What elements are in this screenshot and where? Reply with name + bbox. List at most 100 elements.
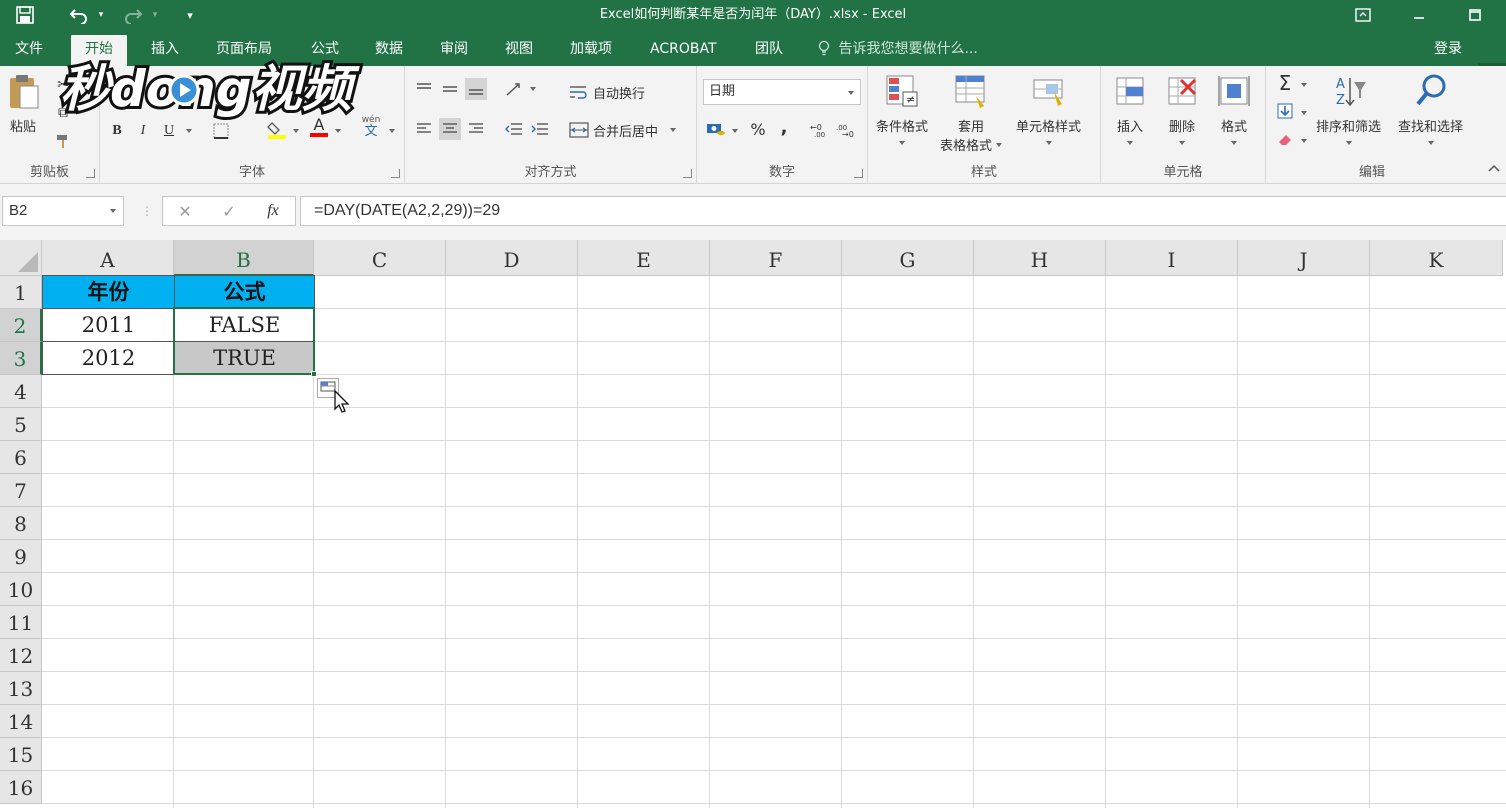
column-header-i[interactable]: I [1106,240,1238,276]
row-header-16[interactable]: 16 [0,771,42,804]
clear-icon[interactable] [1274,128,1296,150]
column-header-k[interactable]: K [1370,240,1503,276]
column-header-g[interactable]: G [842,240,974,276]
ribbon-display-icon[interactable] [1340,0,1386,30]
row-header-2[interactable]: 2 [0,309,42,342]
name-box-dropdown-icon[interactable] [110,209,116,213]
underline-button[interactable]: U [158,120,180,142]
select-all-button[interactable] [0,240,42,276]
row-header-4[interactable]: 4 [0,375,42,408]
row-header-5[interactable]: 5 [0,408,42,441]
number-format-select[interactable]: 日期 [703,79,861,105]
row-header-13[interactable]: 13 [0,672,42,705]
italic-button[interactable]: I [132,120,154,142]
fill-icon[interactable] [1274,100,1296,122]
decrease-indent-icon[interactable] [503,118,525,140]
align-left-icon[interactable] [413,118,435,140]
clear-dropdown-icon[interactable] [1296,130,1308,152]
cell-styles-button[interactable]: 单元格样式 [1016,72,1081,145]
column-header-j[interactable]: J [1238,240,1370,276]
wrap-text-button[interactable]: 自动换行 [569,80,645,104]
insert-function-icon[interactable]: fx [251,202,295,220]
increase-indent-icon[interactable] [529,118,551,140]
alignment-launcher-icon[interactable] [683,169,692,178]
row-header-7[interactable]: 7 [0,474,42,507]
cell-b1[interactable]: 公式 [174,275,315,309]
confirm-entry-icon[interactable]: ✓ [207,202,251,221]
accounting-format-icon[interactable] [705,118,727,140]
decrease-decimal-icon[interactable]: .00 →0 [835,118,857,140]
comma-button[interactable]: , [773,116,795,138]
merge-center-button[interactable]: 合并后居中 [569,118,677,142]
align-top-icon[interactable] [413,78,435,100]
phonetic-dropdown-icon[interactable] [384,120,396,142]
tab-file[interactable]: 文件 [1,35,57,66]
increase-decimal-icon[interactable]: ←0.00 [809,118,831,140]
row-header-14[interactable]: 14 [0,705,42,738]
bold-button[interactable]: B [106,120,128,142]
underline-dropdown-icon[interactable] [180,120,194,142]
row-header-11[interactable]: 11 [0,606,42,639]
align-center-icon[interactable] [439,118,461,140]
format-cells-button[interactable]: 格式 [1217,72,1251,145]
login-link[interactable]: 登录 [1434,35,1462,63]
delete-cells-button[interactable]: 删除 [1165,72,1199,145]
clipboard-launcher-icon[interactable] [86,169,95,178]
format-painter-icon[interactable] [52,130,74,152]
font-color-dropdown-icon[interactable] [330,120,342,142]
column-header-d[interactable]: D [446,240,578,276]
row-header-9[interactable]: 9 [0,540,42,573]
column-header-c[interactable]: C [314,240,446,276]
conditional-formatting-button[interactable]: ≠ 条件格式 [876,72,928,145]
column-header-f[interactable]: F [710,240,842,276]
name-box[interactable]: B2 [2,196,124,226]
fill-color-icon[interactable] [266,118,288,140]
row-header-15[interactable]: 15 [0,738,42,771]
tab-review[interactable]: 审阅 [426,35,482,66]
format-as-table-button[interactable]: 套用 表格格式 [940,72,1003,154]
cancel-entry-icon[interactable]: ✕ [163,202,207,221]
cell-a2[interactable]: 2011 [42,308,175,342]
sort-filter-button[interactable]: AZ 排序和筛选 [1316,72,1381,145]
percent-button[interactable]: % [747,118,769,140]
cell-a3[interactable]: 2012 [42,341,175,375]
tab-view[interactable]: 视图 [491,35,547,66]
accounting-dropdown-icon[interactable] [727,120,739,142]
orientation-icon[interactable] [503,78,525,100]
row-header-12[interactable]: 12 [0,639,42,672]
row-header-3[interactable]: 3 [0,342,42,375]
paste-button[interactable]: 粘贴 [6,72,40,135]
column-header-e[interactable]: E [578,240,710,276]
autosum-button[interactable]: Σ [1274,71,1296,95]
minimize-icon[interactable] [1396,0,1442,30]
row-header-10[interactable]: 10 [0,573,42,606]
cell-b3[interactable]: TRUE [174,341,315,375]
number-launcher-icon[interactable] [854,169,863,178]
align-middle-icon[interactable] [439,78,461,100]
maximize-icon[interactable] [1452,0,1498,30]
tab-team[interactable]: 团队 [741,35,797,66]
find-select-button[interactable]: 查找和选择 [1398,72,1463,145]
align-bottom-icon[interactable] [465,78,487,100]
formula-input[interactable]: =DAY(DATE(A2,2,29))=29 [300,196,1506,226]
insert-cells-button[interactable]: 插入 [1113,72,1147,145]
orientation-dropdown-icon[interactable] [525,78,537,100]
row-header-1[interactable]: 1 [0,276,42,309]
cell-b2[interactable]: FALSE [174,308,315,342]
fill-dropdown-icon[interactable] [1296,102,1308,124]
row-header-8[interactable]: 8 [0,507,42,540]
cell-a1[interactable]: 年份 [42,275,175,309]
row-header-6[interactable]: 6 [0,441,42,474]
fill-color-dropdown-icon[interactable] [288,120,300,142]
column-header-h[interactable]: H [974,240,1106,276]
tell-me-search[interactable]: 告诉我您想要做什么... [818,35,978,63]
collapse-ribbon-icon[interactable] [1488,162,1500,174]
fill-handle[interactable] [311,371,317,377]
worksheet-grid[interactable]: ABCDEFGHIJK 1 2 3 4 5 6 7 8 9 10 11 12 13 14 15 16 年份 公式… [0,240,1506,808]
formula-bar-splitter-icon[interactable]: ⋮ [141,204,153,218]
font-launcher-icon[interactable] [391,169,400,178]
column-header-a[interactable]: A [42,240,174,276]
tab-acrobat[interactable]: ACROBAT [636,35,731,66]
borders-icon[interactable] [210,120,232,142]
align-right-icon[interactable] [465,118,487,140]
